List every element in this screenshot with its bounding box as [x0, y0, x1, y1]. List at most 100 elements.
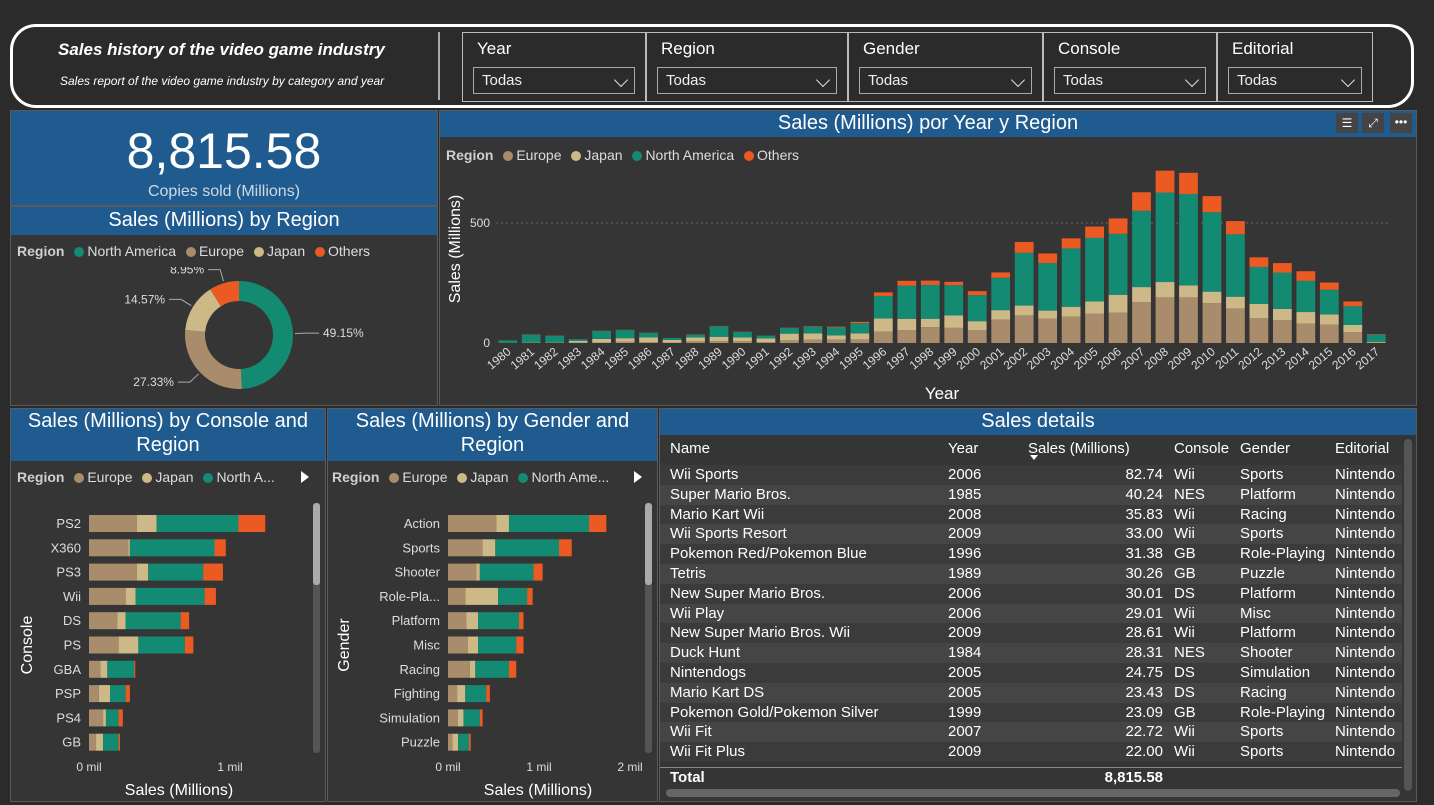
hbar-segment: [103, 733, 119, 751]
year-bar-segment: [1272, 263, 1292, 273]
table-cell: 30.26: [1125, 565, 1163, 582]
legend-label: North Ame...: [531, 469, 610, 485]
hbar-segment: [476, 563, 480, 581]
filter-dropdown[interactable]: Todas: [1228, 67, 1362, 94]
table-cell: Nintendo: [1335, 505, 1396, 523]
legend-title: Region: [332, 469, 380, 485]
hbar-segment: [148, 563, 204, 581]
hbar-segment: [458, 709, 464, 727]
table-row[interactable]: Tetris 1989 30.26 GB Puzzle Nintendo: [660, 564, 1402, 584]
year-bar-segment: [498, 340, 518, 343]
year-bar-segment: [1179, 172, 1198, 194]
table-cell: Racing: [1240, 683, 1287, 701]
table-cell: Sports: [1240, 723, 1284, 741]
vertical-scrollbar[interactable]: [1404, 439, 1412, 791]
year-bar-segment: [1038, 310, 1058, 319]
table-row[interactable]: New Super Mario Bros. Wii 2009 28.61 Wii Pla…: [660, 623, 1402, 644]
year-bar-segment: [568, 340, 588, 343]
year-bar-segment: [639, 337, 658, 343]
more-options-icon[interactable]: •••: [1390, 113, 1412, 133]
table-cell: GB: [1174, 565, 1196, 582]
sort-desc-icon[interactable]: [1030, 455, 1038, 460]
year-bar-segment: [1249, 257, 1269, 267]
table-row[interactable]: Super Mario Bros. 1985 40.24 NES Platform Nin…: [660, 484, 1402, 505]
table-row[interactable]: Wii Play 2006 29.01 Wii Misc Nintendo: [660, 603, 1402, 624]
table-cell: NES: [1174, 485, 1205, 503]
column-header[interactable]: Sales (Millions): [1028, 439, 1130, 459]
hbar-segment: [527, 587, 533, 605]
x-tick-label: 1 mil: [217, 760, 242, 774]
year-bar-segment: [944, 281, 964, 286]
horizontal-scrollbar[interactable]: [666, 789, 1400, 797]
table-row[interactable]: Wii Sports Resort 2009 33.00 Wii Sports Ninte…: [660, 524, 1402, 545]
column-header[interactable]: Console: [1174, 439, 1229, 459]
hbar-segment: [89, 636, 119, 654]
table-row[interactable]: New Super Mario Bros. 2006 30.01 DS Platform…: [660, 583, 1402, 604]
year-bar-segment: [1272, 272, 1292, 309]
x-tick-label: 1984: [578, 344, 608, 372]
hbar-segment: [89, 733, 97, 751]
table-row[interactable]: Mario Kart Wii 2008 35.83 Wii Racing Nintendo: [660, 504, 1402, 525]
filter-dropdown[interactable]: Todas: [1054, 67, 1206, 94]
year-bar-segment: [1296, 323, 1316, 343]
focus-mode-icon[interactable]: ⤢: [1362, 113, 1384, 133]
table-row[interactable]: Wii Sports 2006 82.74 Wii Sports Nintendo: [660, 465, 1402, 485]
filter-dropdown[interactable]: Todas: [657, 67, 837, 94]
year-bar-segment: [944, 327, 964, 343]
hbar-segment: [533, 563, 543, 581]
hbar-segment: [468, 733, 471, 751]
filter-label: Console: [1058, 39, 1121, 58]
column-header[interactable]: Year: [948, 439, 978, 459]
x-tick-label: 1994: [813, 344, 843, 372]
filter-dropdown[interactable]: Todas: [859, 67, 1032, 94]
sales-details-panel: Sales details Name Year Sales (Millions) Co…: [659, 408, 1417, 802]
year-bar-segment: [709, 326, 729, 337]
y-tick-label: Puzzle: [401, 735, 440, 750]
filter-dropdown[interactable]: Todas: [473, 67, 635, 94]
scrollbar-thumb[interactable]: [645, 503, 652, 585]
table-cell: Sports: [1240, 466, 1284, 483]
table-cell: Platform: [1240, 624, 1296, 642]
x-tick-label: 0 mil: [76, 760, 101, 774]
console-chart-panel: Sales (Millions) by Console and Region R…: [10, 408, 326, 802]
table-cell: Platform: [1240, 584, 1296, 602]
kpi-value: 8,815.58: [126, 123, 322, 179]
hbar-segment: [448, 612, 467, 630]
legend-label: North A...: [216, 469, 275, 485]
hbar-segment: [125, 612, 181, 630]
legend-next-arrow-icon[interactable]: [634, 471, 642, 483]
year-bar-segment: [568, 339, 588, 341]
year-bar-segment: [803, 333, 823, 340]
table-cell: Wii: [1174, 466, 1195, 483]
column-header[interactable]: Name: [670, 439, 710, 459]
legend-next-arrow-icon[interactable]: [301, 471, 309, 483]
year-bar-segment: [873, 295, 893, 319]
table-row[interactable]: Pokemon Gold/Pokemon Silver 1999 23.09 GB Ro…: [660, 702, 1402, 723]
column-header[interactable]: Gender: [1240, 439, 1290, 459]
y-tick-label: GB: [62, 735, 81, 750]
table-row[interactable]: Wii Fit Plus 2009 22.00 Wii Sports Nintendo: [660, 742, 1402, 763]
legend-label: Others: [757, 147, 800, 163]
column-header[interactable]: Editorial: [1335, 439, 1389, 459]
y-tick-label: Simulation: [379, 710, 440, 725]
hbar-segment: [448, 563, 477, 581]
table-cell: DS: [1174, 683, 1195, 701]
year-bar-segment: [756, 338, 776, 343]
table-row[interactable]: Nintendogs 2005 24.75 DS Simulation Nintendo: [660, 663, 1402, 683]
filter-visual-icon[interactable]: ☰: [1336, 113, 1358, 133]
legend-swatch: [74, 473, 85, 483]
table-row[interactable]: Pokemon Red/Pokemon Blue 1996 31.38 GB Role-…: [660, 544, 1402, 565]
year-bar-segment: [1343, 301, 1363, 307]
table-row[interactable]: Wii Fit 2007 22.72 Wii Sports Nintendo: [660, 722, 1402, 743]
scrollbar-thumb[interactable]: [313, 503, 320, 585]
table-row[interactable]: Mario Kart DS 2005 23.43 DS Racing Nintendo: [660, 682, 1402, 703]
table-row[interactable]: Duck Hunt 1984 28.31 NES Shooter Nintendo: [660, 643, 1402, 664]
table-cell: 23.09: [1125, 703, 1163, 721]
year-bar-segment: [873, 331, 893, 343]
hbar-segment: [452, 733, 459, 751]
hbar-segment: [156, 515, 239, 532]
hbar-segment: [89, 587, 126, 605]
table-cell: DS: [1174, 584, 1195, 602]
filter-value: Todas: [868, 72, 909, 89]
x-tick-label: 2003: [1024, 344, 1054, 372]
